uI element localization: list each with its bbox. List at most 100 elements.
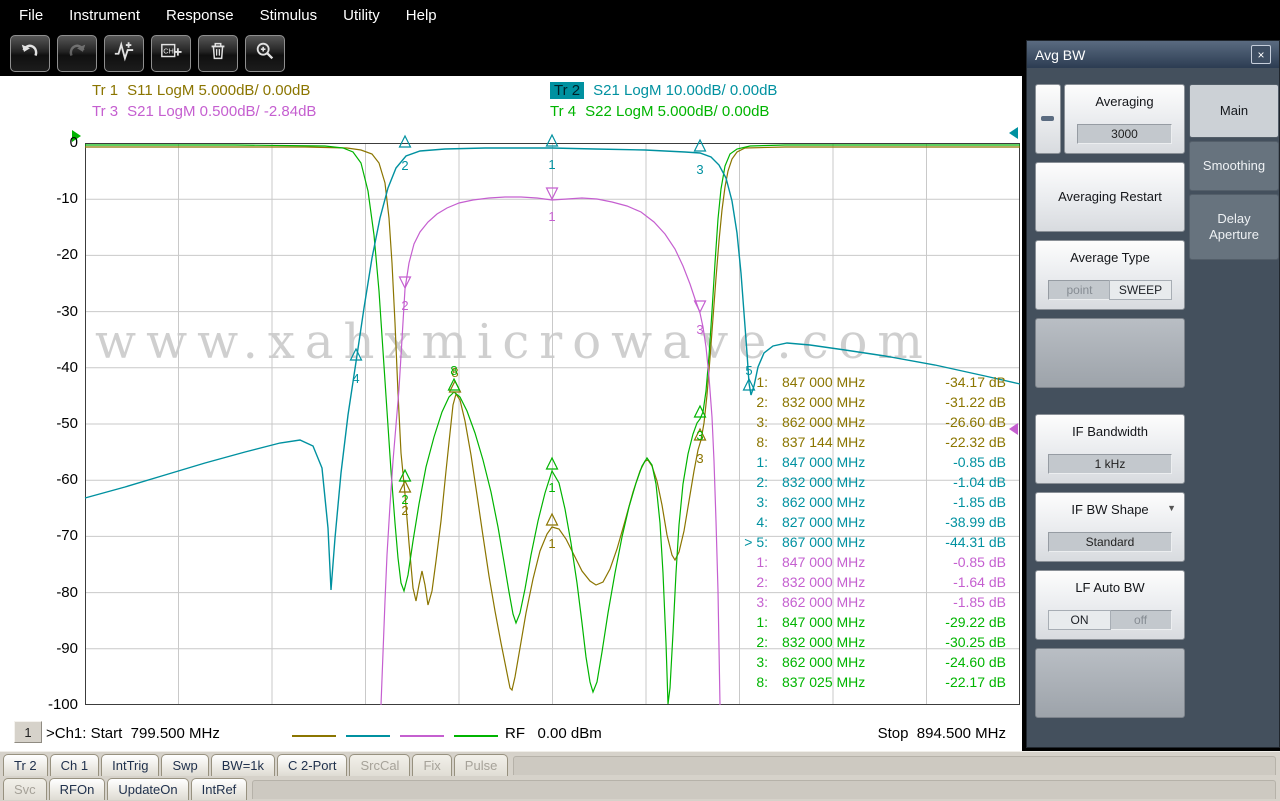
- status-rfon[interactable]: RFOn: [48, 778, 106, 800]
- status-filler: [252, 780, 1276, 799]
- marker-row: 2: 832 000 MHz -30.25 dB: [756, 634, 1006, 650]
- ref-pointer-tr2-icon: [1009, 127, 1018, 139]
- marker-label: 4: [352, 371, 359, 386]
- trace-dash: [454, 735, 498, 737]
- status-tr-2[interactable]: Tr 2: [3, 754, 48, 776]
- status-svc: Svc: [3, 778, 47, 800]
- y-axis-label: -90: [56, 639, 78, 657]
- status-ch-1[interactable]: Ch 1: [49, 754, 100, 776]
- y-axis-label: 0: [69, 134, 78, 151]
- segmented-toggle: ON off: [1048, 610, 1172, 630]
- segment-sweep[interactable]: SWEEP: [1109, 280, 1172, 300]
- marker-row: 4: 827 000 MHz -38.99 dB: [756, 514, 1006, 530]
- marker-label: 3: [696, 162, 703, 177]
- legend-tr1[interactable]: Tr 1 S11 LogM 5.000dB/ 0.00dB: [0, 82, 458, 99]
- y-axis-label: -40: [56, 358, 78, 376]
- window-body: CH Tr 1 S11 LogM 5.000dB/ 0.00dB Tr 2 S21 L…: [0, 30, 1280, 751]
- panel-button-if-bw-shape[interactable]: IF BW Shape ▼ Standard: [1035, 492, 1185, 562]
- delete-button[interactable]: [198, 34, 238, 72]
- panel-button-lf-auto-bw[interactable]: LF Auto BW ON off: [1035, 570, 1185, 640]
- status-filler: [513, 756, 1276, 775]
- rf-power[interactable]: RF 0.00 dBm: [505, 725, 602, 742]
- averaging-row: Averaging 3000: [1035, 84, 1185, 154]
- legend-tr2[interactable]: Tr 2 S21 LogM 10.00dB/ 0.00dB: [458, 82, 1022, 99]
- zoom-in-button[interactable]: [245, 34, 285, 72]
- marker-triangle-2[interactable]: [398, 468, 412, 482]
- marker-row: 3: 862 000 MHz -26.60 dB: [756, 414, 1006, 430]
- status-swp[interactable]: Swp: [161, 754, 209, 776]
- status-intref[interactable]: IntRef: [190, 778, 248, 800]
- marker-triangle-2[interactable]: [398, 134, 412, 148]
- trace-legend: Tr 1 S11 LogM 5.000dB/ 0.00dB Tr 2 S21 LogM…: [0, 82, 1022, 120]
- panel-button-if-bandwidth[interactable]: IF Bandwidth 1 kHz: [1035, 414, 1185, 484]
- averaging-toggle[interactable]: [1035, 84, 1061, 154]
- segmented-toggle: point SWEEP: [1048, 280, 1172, 300]
- trace-dash: [292, 735, 336, 737]
- panel-button-empty: [1035, 648, 1185, 718]
- menu-item-utility[interactable]: Utility: [330, 7, 393, 24]
- marker-triangle-8[interactable]: [447, 377, 461, 391]
- y-axis-label: -100: [47, 696, 78, 713]
- undo-button[interactable]: [10, 34, 50, 72]
- redo-icon: [66, 40, 88, 67]
- status-srccal: SrcCal: [349, 754, 411, 776]
- panel-body: Averaging 3000 Averaging Restart Average Ty…: [1027, 68, 1279, 726]
- status-bw-1k[interactable]: BW=1k: [210, 754, 276, 776]
- redo-button[interactable]: [57, 34, 97, 72]
- y-axis-label: -80: [56, 583, 78, 601]
- add-channel-button[interactable]: CH: [151, 34, 191, 72]
- status-inttrig[interactable]: IntTrig: [101, 754, 160, 776]
- ref-pointer-tr3-icon: [1009, 423, 1018, 435]
- panel-button-averaging-restart[interactable]: Averaging Restart: [1035, 162, 1185, 232]
- legend-tr3[interactable]: Tr 3 S21 LogM 0.500dB/ -2.84dB: [0, 103, 458, 120]
- marker-triangle-3[interactable]: [693, 138, 707, 152]
- start-frequency[interactable]: >Ch1: Start 799.500 MHz: [46, 725, 220, 742]
- status-updateon[interactable]: UpdateOn: [107, 778, 189, 800]
- legend-tr4[interactable]: Tr 4 S22 LogM 5.000dB/ 0.00dB: [458, 103, 1022, 120]
- marker-readout: 1: 847 000 MHz -34.17 dB 2: 832 000 MHz -31.2…: [728, 372, 1006, 692]
- status-fix: Fix: [412, 754, 452, 776]
- panel-button-average-type[interactable]: Average Type point SWEEP: [1035, 240, 1185, 310]
- menu-item-response[interactable]: Response: [153, 7, 247, 24]
- stimulus-row: >Ch1: Start 799.500 MHz RF 0.00 dBm Stop…: [0, 723, 1022, 747]
- vna-application: File Instrument Response Stimulus Utility Hel…: [0, 0, 1280, 801]
- tab-delay-aperture[interactable]: Delay Aperture: [1189, 194, 1279, 260]
- status-row-2: Svc RFOn UpdateOn IntRef: [0, 777, 1280, 801]
- y-axis-label: -50: [56, 415, 78, 432]
- waveform-add-icon: [113, 40, 135, 67]
- marker-label: 8: [450, 363, 457, 378]
- y-axis-label: -10: [56, 190, 78, 208]
- trace-dash: [400, 735, 444, 737]
- segment-on[interactable]: ON: [1048, 610, 1111, 630]
- add-trace-button[interactable]: [104, 34, 144, 72]
- stop-frequency[interactable]: Stop 894.500 MHz: [878, 725, 1006, 742]
- marker-label: 2: [401, 158, 408, 173]
- marker-row: 1: 847 000 MHz -0.85 dB: [756, 454, 1006, 470]
- menu-item-help[interactable]: Help: [393, 7, 450, 24]
- y-axis-label: -60: [56, 471, 78, 489]
- value-display: Standard: [1048, 532, 1172, 552]
- marker-label: 1: [548, 157, 555, 172]
- marker-label: 1: [548, 480, 555, 495]
- marker-row: 3: 862 000 MHz -1.85 dB: [756, 594, 1006, 610]
- menu-item-file[interactable]: File: [6, 7, 56, 24]
- status-c-2-port[interactable]: C 2-Port: [277, 754, 348, 776]
- tab-smoothing[interactable]: Smoothing: [1189, 141, 1279, 191]
- panel-title-bar: Avg BW ×: [1027, 41, 1279, 68]
- menu-item-stimulus[interactable]: Stimulus: [247, 7, 331, 24]
- menu-item-instrument[interactable]: Instrument: [56, 7, 153, 24]
- panel-button-averaging[interactable]: Averaging 3000: [1064, 84, 1185, 154]
- panel-button-empty: [1035, 318, 1185, 388]
- close-icon[interactable]: ×: [1251, 45, 1271, 64]
- segment-off[interactable]: off: [1110, 611, 1171, 629]
- y-axis-label: -20: [56, 246, 78, 264]
- marker-label: 3: [696, 451, 703, 466]
- tab-main[interactable]: Main: [1189, 84, 1279, 138]
- segment-point[interactable]: point: [1049, 281, 1110, 299]
- value-display: 1 kHz: [1048, 454, 1172, 474]
- status-pulse: Pulse: [453, 754, 509, 776]
- marker-row: 3: 862 000 MHz -24.60 dB: [756, 654, 1006, 670]
- dropdown-arrow-icon[interactable]: ▼: [1167, 503, 1176, 513]
- marker-row: 2: 832 000 MHz -1.64 dB: [756, 574, 1006, 590]
- channel-add-icon: CH: [160, 40, 182, 67]
